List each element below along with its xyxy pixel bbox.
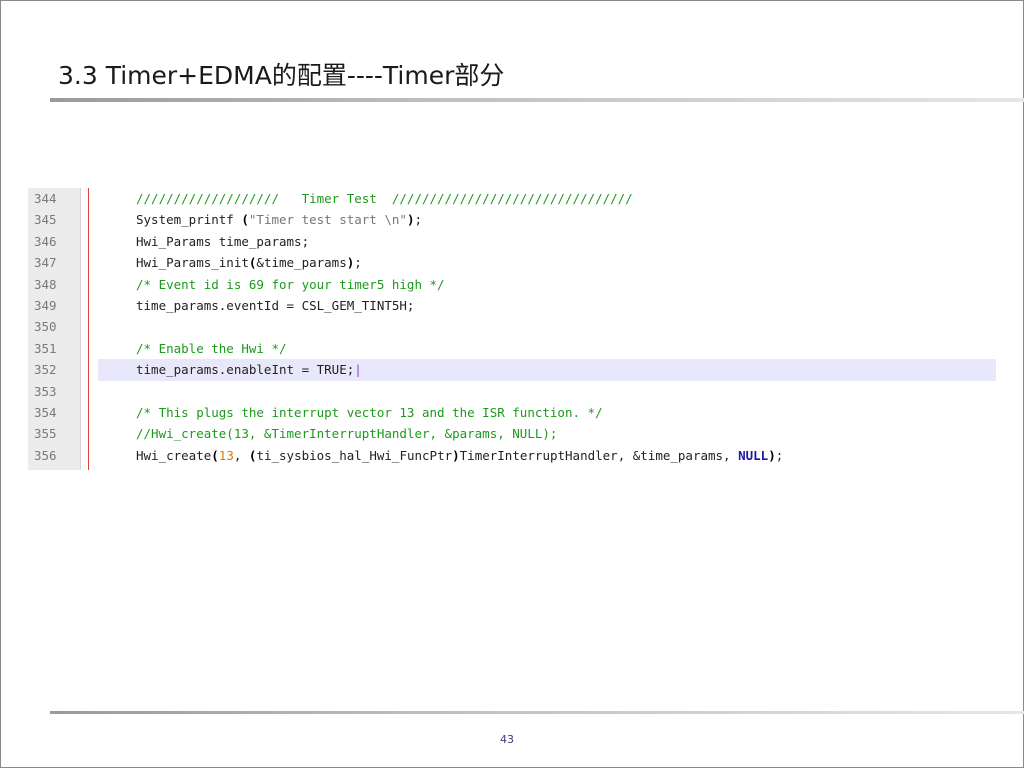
code-text: time_params.eventId = CSL_GEM_TINT5H; [98,295,996,316]
line-number: 353 [34,383,57,399]
code-text: /* Event id is 69 for your timer5 high *… [98,274,996,295]
code-token: &time_params [256,255,347,271]
code-token: TimerInterruptHandler, &time_params, [459,447,739,463]
code-line: 346 Hwi_Params time_params; [28,231,996,252]
code-token: ( [241,212,249,228]
code-token: 13 [218,447,234,463]
code-token: ti_sysbios_hal_Hwi_FuncPtr [256,447,453,463]
code-token: ) [768,447,776,463]
code-text: Hwi_Params time_params; [98,231,996,252]
page-number: 43 [500,733,514,746]
code-token: System_printf [136,212,242,228]
line-number: 347 [34,255,57,271]
code-token: /* This plugs the interrupt vector 13 an… [136,405,603,420]
code-line: 347 Hwi_Params_init(&time_params); [28,252,996,273]
code-token: ) [452,447,460,463]
code-text: //Hwi_create(13, &TimerInterruptHandler,… [98,423,996,444]
line-number: 352 [34,362,57,378]
code-text: Hwi_Params_init(&time_params); [98,252,996,273]
footer-divider [50,711,1024,714]
code-text: time_params.enableInt = TRUE;| [98,359,996,381]
code-line: 350 [28,316,996,337]
title-divider [50,98,1024,102]
code-line: 351 /* Enable the Hwi */ [28,338,996,359]
code-text: /* Enable the Hwi */ [98,338,996,359]
code-token: NULL [738,447,769,463]
code-token: //Hwi_create(13, &TimerInterruptHandler,… [136,426,558,442]
line-number: 348 [34,276,57,292]
code-line: 349 time_params.eventId = CSL_GEM_TINT5H; [28,295,996,316]
code-token: /* Event id is 69 for your timer5 high *… [136,276,445,292]
code-line: 354 /* This plugs the interrupt vector 13… [28,402,996,423]
code-line: 353 [28,381,996,402]
code-token: ( [211,447,219,463]
code-token: /////////////////// Timer Test /////////… [136,191,633,206]
line-number: 344 [34,191,57,206]
code-text: System_printf ("Timer test start \n"); [98,209,996,230]
line-number: 345 [34,212,57,228]
line-number: 346 [34,233,57,249]
line-number: 351 [34,340,57,356]
line-number: 355 [34,426,57,442]
slide-title: 3.3 Timer+EDMA的配置----Timer部分 [58,61,505,90]
code-line: 345 System_printf ("Timer test start \n")… [28,209,996,230]
code-text: /////////////////// Timer Test /////////… [98,188,996,209]
code-editor: 344 /////////////////// Timer Test //////… [28,188,996,470]
code-line: 355 //Hwi_create(13, &TimerInterruptHandl… [28,423,996,444]
code-token: Hwi_create [136,447,212,463]
line-number: 350 [34,319,57,335]
code-token: /* Enable the Hwi */ [136,340,287,356]
code-token: Hwi_Params time_params; [136,233,310,249]
code-line: 348 /* Event id is 69 for your timer5 hig… [28,274,996,295]
code-line: 356 Hwi_create(13, (ti_sysbios_hal_Hwi_Fu… [28,445,996,466]
code-line: 344 /////////////////// Timer Test //////… [28,188,996,209]
code-line: 352 time_params.enableInt = TRUE;| [28,359,996,381]
line-number: 354 [34,405,57,420]
code-token: , [233,447,249,463]
code-token: ; [354,255,362,271]
code-token: time_params.eventId = CSL_GEM_TINT5H; [136,298,415,313]
code-text: /* This plugs the interrupt vector 13 an… [98,402,996,423]
line-number: 356 [34,447,57,463]
text-cursor: | [354,362,362,378]
code-token: ; [775,447,784,463]
line-number: 349 [34,298,57,313]
code-token: Hwi_Params_init [136,255,249,271]
code-token: ; [414,212,422,228]
code-text: Hwi_create(13, (ti_sysbios_hal_Hwi_FuncP… [98,445,996,466]
code-token: "Timer test start \n" [248,212,407,228]
code-token: time_params.enableInt = TRUE; [136,362,355,378]
